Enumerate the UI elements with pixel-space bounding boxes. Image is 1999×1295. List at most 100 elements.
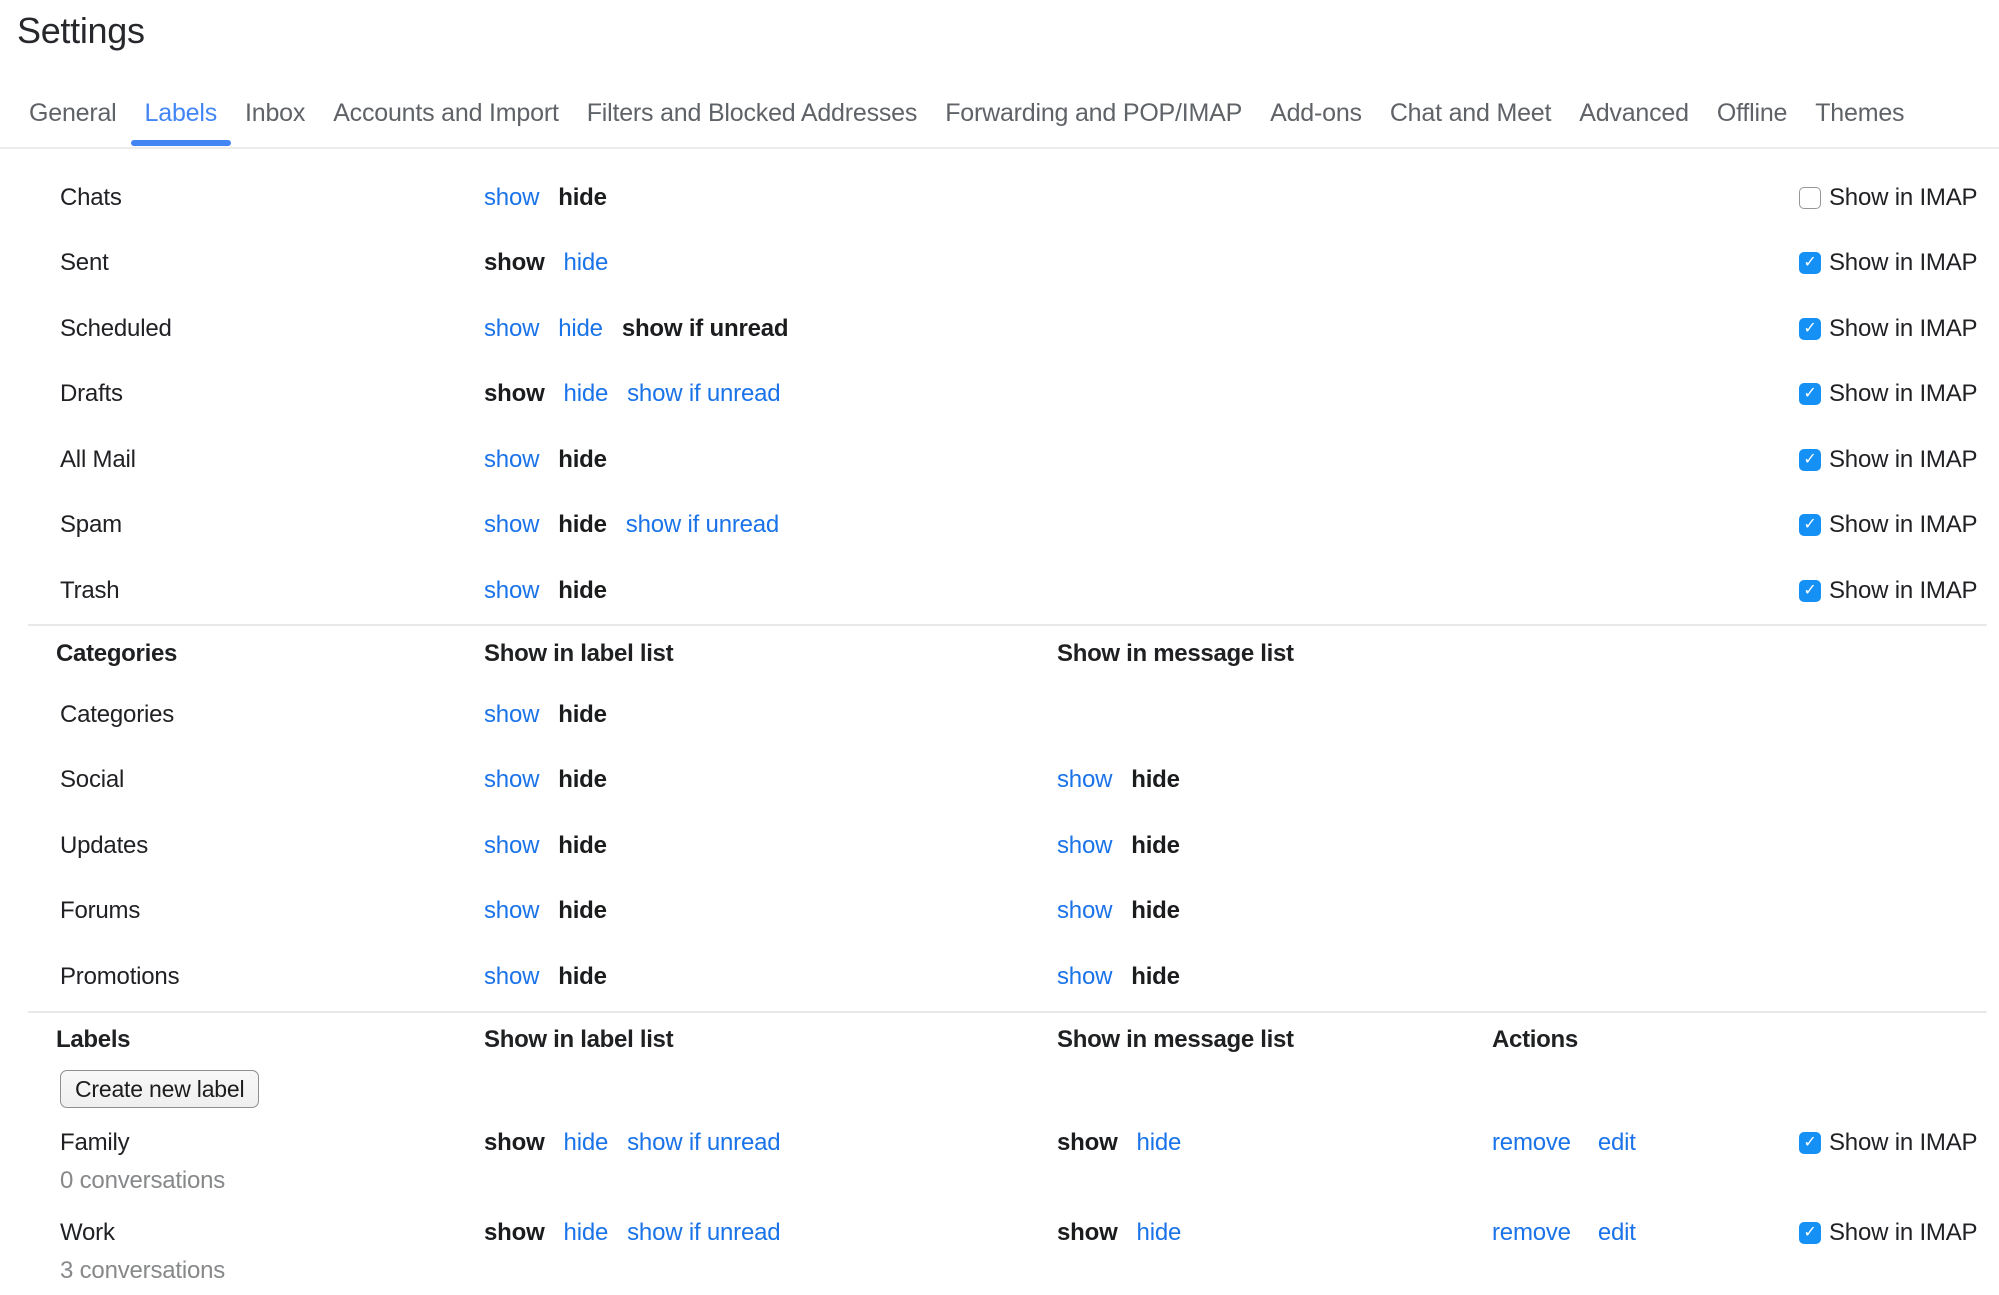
hide-option: hide bbox=[558, 897, 607, 924]
label-name: Drafts bbox=[60, 380, 123, 408]
hide-option: hide bbox=[1131, 963, 1180, 990]
label-name: Family bbox=[60, 1129, 129, 1157]
label-list-visibility-options: show hide show if unread bbox=[484, 315, 788, 343]
tab-inbox[interactable]: Inbox bbox=[231, 84, 319, 146]
hide-option[interactable]: hide bbox=[564, 380, 609, 407]
show-option[interactable]: show bbox=[484, 315, 539, 342]
tab-accounts-and-import[interactable]: Accounts and Import bbox=[319, 84, 573, 146]
show-option[interactable]: show bbox=[484, 766, 539, 793]
show-in-imap-checkbox[interactable]: ✓ bbox=[1799, 1222, 1821, 1244]
label-actions: remove edit bbox=[1492, 1219, 1663, 1247]
hide-option[interactable]: hide bbox=[1137, 1129, 1182, 1156]
message-list-visibility-options: show hide bbox=[1057, 963, 1180, 991]
show-option[interactable]: show bbox=[484, 701, 539, 728]
show-in-imap-label: Show in IMAP bbox=[1829, 446, 1977, 474]
show-in-imap: Show in IMAP bbox=[1799, 184, 1977, 212]
show-in-imap-checkbox[interactable]: ✓ bbox=[1799, 318, 1821, 340]
show-in-imap-checkbox[interactable]: ✓ bbox=[1799, 383, 1821, 405]
conversation-count: 0 conversations bbox=[60, 1167, 225, 1195]
show-in-imap-checkbox[interactable]: ✓ bbox=[1799, 449, 1821, 471]
show-option[interactable]: show bbox=[1057, 766, 1112, 793]
show-option[interactable]: show bbox=[484, 577, 539, 604]
label-name: Trash bbox=[60, 577, 119, 605]
show-in-imap-checkbox[interactable]: ✓ bbox=[1799, 514, 1821, 536]
hide-option: hide bbox=[558, 184, 607, 211]
hide-option: hide bbox=[1131, 897, 1180, 924]
label-list-visibility-options: showhideshow if unread bbox=[484, 380, 780, 408]
show-option[interactable]: show bbox=[484, 897, 539, 924]
label-name: Scheduled bbox=[60, 315, 172, 343]
user-label-row: Work3 conversationsshowhideshow if unrea… bbox=[0, 1205, 1999, 1295]
tab-offline[interactable]: Offline bbox=[1703, 84, 1801, 146]
category-row: Forumsshowhideshowhide bbox=[0, 879, 1999, 945]
tab-add-ons[interactable]: Add-ons bbox=[1256, 84, 1376, 146]
show-in-imap-checkbox[interactable]: ✓ bbox=[1799, 580, 1821, 602]
category-row: Categoriesshowhide bbox=[0, 682, 1999, 748]
show-in-imap: ✓ Show in IMAP bbox=[1799, 1129, 1977, 1157]
show-option: show bbox=[1057, 1129, 1118, 1156]
show-if-unread-option[interactable]: show if unread bbox=[627, 1129, 780, 1156]
edit-action[interactable]: edit bbox=[1598, 1129, 1636, 1156]
hide-option[interactable]: hide bbox=[564, 1219, 609, 1246]
show-option[interactable]: show bbox=[484, 184, 539, 211]
show-option[interactable]: show bbox=[484, 446, 539, 473]
label-list-visibility-options: show hide bbox=[484, 184, 607, 212]
show-option[interactable]: show bbox=[1057, 897, 1112, 924]
show-in-imap: ✓ Show in IMAP bbox=[1799, 446, 1977, 474]
labels-header-row: Labels Show in label list Show in messag… bbox=[0, 1013, 1999, 1067]
show-if-unread-option[interactable]: show if unread bbox=[627, 380, 780, 407]
show-in-imap-label: Show in IMAP bbox=[1829, 1219, 1977, 1247]
hide-option[interactable]: hide bbox=[558, 315, 603, 342]
remove-action[interactable]: remove bbox=[1492, 1219, 1571, 1246]
tab-advanced[interactable]: Advanced bbox=[1565, 84, 1703, 146]
label-name: Work bbox=[60, 1219, 115, 1247]
hide-option[interactable]: hide bbox=[1137, 1219, 1182, 1246]
show-if-unread-option[interactable]: show if unread bbox=[627, 1219, 780, 1246]
show-in-imap-label: Show in IMAP bbox=[1829, 511, 1977, 539]
show-in-label-list-header: Show in label list bbox=[484, 1026, 673, 1054]
show-in-imap-checkbox[interactable] bbox=[1799, 187, 1821, 209]
show-option[interactable]: show bbox=[1057, 832, 1112, 859]
edit-action[interactable]: edit bbox=[1598, 1219, 1636, 1246]
label-name: Spam bbox=[60, 511, 122, 539]
label-list-visibility-options: showhide bbox=[484, 249, 608, 277]
show-option[interactable]: show bbox=[1057, 963, 1112, 990]
system-label-row: All Mailshowhide✓Show in IMAP bbox=[0, 427, 1999, 493]
label-list-visibility-options: show hide show if unread bbox=[484, 1219, 780, 1247]
show-in-label-list-header: Show in label list bbox=[484, 640, 673, 668]
show-in-imap-checkbox[interactable]: ✓ bbox=[1799, 1132, 1821, 1154]
show-option[interactable]: show bbox=[484, 511, 539, 538]
show-if-unread-option[interactable]: show if unread bbox=[626, 511, 779, 538]
tab-labels[interactable]: Labels bbox=[131, 84, 231, 146]
hide-option: hide bbox=[558, 577, 607, 604]
label-list-visibility-options: showhide bbox=[484, 766, 607, 794]
show-in-imap: ✓ Show in IMAP bbox=[1799, 1219, 1977, 1247]
label-list-visibility-options: show hide bbox=[484, 832, 607, 860]
show-option[interactable]: show bbox=[484, 963, 539, 990]
system-labels-section: ChatsshowhideShow in IMAPSentshowhide✓Sh… bbox=[0, 165, 1999, 624]
label-list-visibility-options: showhide bbox=[484, 446, 607, 474]
show-option: show bbox=[484, 1219, 545, 1246]
hide-option[interactable]: hide bbox=[564, 249, 609, 276]
create-new-label-button[interactable]: Create new label bbox=[60, 1070, 259, 1108]
tab-themes[interactable]: Themes bbox=[1801, 84, 1918, 146]
message-list-visibility-options: show hide bbox=[1057, 1129, 1181, 1157]
settings-tab-bar: GeneralLabelsInboxAccounts and ImportFil… bbox=[15, 84, 1918, 146]
system-label-row: Trashshowhide✓Show in IMAP bbox=[0, 558, 1999, 624]
show-in-imap-label: Show in IMAP bbox=[1829, 1129, 1977, 1157]
categories-section: Categories Show in label list Show in me… bbox=[0, 626, 1999, 1010]
labels-section: Labels Show in label list Show in messag… bbox=[0, 1013, 1999, 1295]
tab-chat-and-meet[interactable]: Chat and Meet bbox=[1376, 84, 1565, 146]
tab-forwarding-and-pop-imap[interactable]: Forwarding and POP/IMAP bbox=[931, 84, 1256, 146]
category-row: Promotionsshowhideshowhide bbox=[0, 944, 1999, 1010]
label-list-visibility-options: showhide bbox=[484, 963, 607, 991]
tab-bar-divider bbox=[0, 147, 1999, 149]
tab-general[interactable]: General bbox=[15, 84, 131, 146]
show-if-unread-option: show if unread bbox=[622, 315, 789, 342]
hide-option[interactable]: hide bbox=[564, 1129, 609, 1156]
show-option[interactable]: show bbox=[484, 832, 539, 859]
tab-filters-and-blocked-addresses[interactable]: Filters and Blocked Addresses bbox=[573, 84, 931, 146]
hide-option: hide bbox=[558, 832, 607, 859]
remove-action[interactable]: remove bbox=[1492, 1129, 1571, 1156]
show-in-imap-checkbox[interactable]: ✓ bbox=[1799, 252, 1821, 274]
